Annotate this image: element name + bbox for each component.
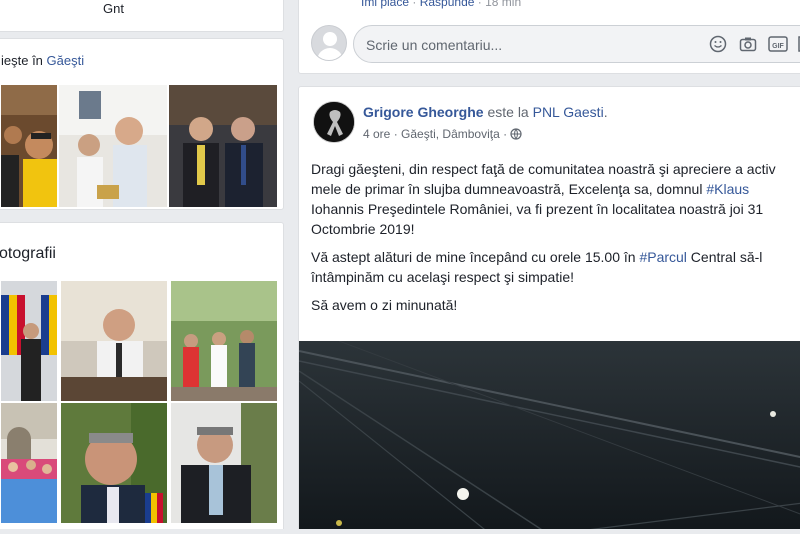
hashtag-klaus-link[interactable]: #Klaus	[706, 181, 749, 197]
previous-post-comments: Îmi place · Răspunde · 18 min Scrie un c…	[298, 0, 800, 74]
friend-photo-3[interactable]	[169, 85, 277, 207]
photo-thumb-4[interactable]	[1, 403, 57, 523]
at-text: este la	[483, 104, 533, 120]
photo-thumb-6[interactable]	[171, 403, 277, 523]
post-paragraph-2: Vă astept alături de mine începând cu or…	[311, 247, 800, 287]
like-comment-link[interactable]: Îmi place	[361, 0, 409, 9]
post-header: Grigore Gheorghe este la PNL Gaesti.	[363, 104, 608, 120]
meta-separator: ·	[412, 0, 417, 9]
meta-dot: ·	[503, 127, 508, 141]
comment-meta: Îmi place · Răspunde · 18 min	[361, 0, 521, 9]
post-photo[interactable]	[299, 341, 800, 534]
photo-thumb-1[interactable]	[1, 281, 57, 401]
post-meta: 4 ore · Găeşti, Dâmboviţa ·	[363, 127, 523, 143]
paragraph-1-line-1: Dragi găeşteni, din respect faţă de comu…	[311, 161, 776, 177]
lives-in-location-link[interactable]: Găeşti	[47, 53, 85, 68]
lives-in-title: ieşte în Găeşti	[1, 53, 84, 68]
post-location-link[interactable]: Găeşti, Dâmboviţa	[401, 127, 500, 141]
post-paragraph-3: Să avem o zi minunată!	[311, 295, 800, 315]
page-suffix: .	[603, 104, 608, 120]
feed-column: Îmi place · Răspunde · 18 min Scrie un c…	[298, 0, 800, 534]
intro-text: Gnt	[103, 1, 124, 16]
photo-thumb-5[interactable]	[61, 403, 167, 523]
svg-text:GIF: GIF	[772, 43, 784, 50]
post-body: Dragi găeşteni, din respect faţă de comu…	[311, 159, 800, 323]
paragraph-1-line-2: mele de primar în slujba dumneavoastră, …	[311, 181, 707, 197]
post-card: Grigore Gheorghe este la PNL Gaesti. 4 o…	[298, 86, 800, 534]
lives-in-prefix: ieşte în	[1, 53, 47, 68]
photos-card: otografii	[0, 222, 284, 534]
photo-thumb-2[interactable]	[61, 281, 167, 401]
lives-in-card: ieşte în Găeşti	[0, 38, 284, 210]
sticker-icon[interactable]	[796, 35, 800, 55]
reply-comment-link[interactable]: Răspunde	[420, 0, 475, 9]
friend-photo-1[interactable]	[1, 85, 57, 207]
page-link[interactable]: PNL Gaesti	[533, 104, 604, 120]
meta-dot: ·	[393, 127, 398, 141]
comment-time[interactable]: 18 min	[485, 0, 521, 9]
bottom-edge	[0, 529, 800, 534]
left-column: Gnt ieşte în Găeşti otografii	[0, 0, 284, 534]
photos-title[interactable]: otografii	[0, 245, 56, 263]
meta-separator: ·	[477, 0, 482, 9]
current-user-avatar[interactable]	[311, 25, 347, 61]
paragraph-3-text: Să avem o zi minunată!	[311, 297, 458, 313]
smiley-icon[interactable]	[708, 35, 728, 55]
post-paragraph-1: Dragi găeşteni, din respect faţă de comu…	[311, 159, 800, 239]
paragraph-2-line-2: întâmpinăm cu acelaşi respect şi simpati…	[311, 269, 574, 285]
paragraph-1-line-3: Iohannis Preşedintele României, va fi pr…	[311, 201, 764, 217]
gif-icon[interactable]: GIF	[768, 35, 788, 55]
author-avatar[interactable]	[313, 101, 355, 143]
photo-thumb-3[interactable]	[171, 281, 277, 401]
author-name-link[interactable]: Grigore Gheorghe	[363, 104, 484, 120]
camera-icon[interactable]	[738, 35, 758, 55]
comment-input[interactable]: Scrie un comentariu... GIF	[353, 25, 800, 63]
hashtag-parcul-link[interactable]: #Parcul	[639, 249, 686, 265]
paragraph-1-line-4: Octombrie 2019!	[311, 221, 415, 237]
post-time-link[interactable]: 4 ore	[363, 127, 390, 141]
friend-photo-2[interactable]	[59, 85, 167, 207]
paragraph-2-text: Vă astept alături de mine începând cu or…	[311, 249, 640, 265]
globe-icon[interactable]	[510, 128, 523, 143]
comment-placeholder: Scrie un comentariu...	[366, 37, 503, 53]
intro-card: Gnt	[0, 0, 284, 32]
paragraph-2-text-end: Central să-l	[686, 249, 763, 265]
